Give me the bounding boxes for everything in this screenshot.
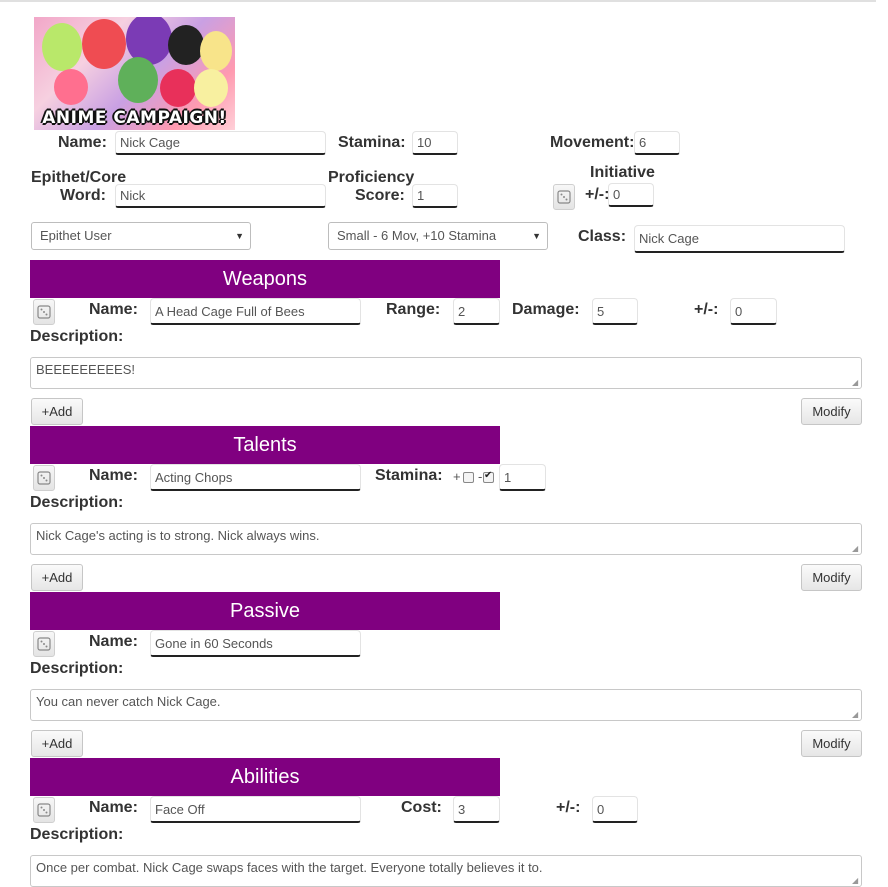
ability-cost-label: Cost: (401, 799, 442, 816)
resize-grip-icon[interactable]: ◢ (852, 877, 860, 885)
passive-add-button[interactable]: +Add (31, 730, 83, 757)
dice-icon (37, 305, 51, 319)
weapon-add-button[interactable]: +Add (31, 398, 83, 425)
talent-stamina-label: Stamina: (375, 467, 443, 484)
initiative-mod-label: +/-: (585, 186, 610, 203)
class-label: Class: (578, 228, 627, 245)
proficiency-label-top: Proficiency (328, 169, 415, 186)
weapon-description-text: BEEEEEEEEES! (36, 362, 135, 377)
weapons-header: Weapons (30, 260, 500, 298)
movement-field[interactable]: 6 (634, 131, 680, 155)
stamina-label: Stamina: (338, 134, 406, 151)
size-select[interactable]: Small - 6 Mov, +10 Stamina ▼ (328, 222, 548, 250)
name-label: Name: (58, 134, 107, 151)
ability-name-label: Name: (89, 799, 138, 816)
passive-description-label: Description: (30, 660, 124, 677)
epithet-field[interactable]: Nick (115, 184, 326, 208)
passive-header: Passive (30, 592, 500, 630)
weapon-range-label: Range: (386, 301, 441, 318)
abilities-header: Abilities (30, 758, 500, 796)
ability-description-text: Once per combat. Nick Cage swaps faces w… (36, 860, 543, 875)
epithet-label-bottom: Word: (60, 187, 106, 204)
talents-header: Talents (30, 426, 500, 464)
top-divider (0, 0, 876, 2)
movement-label: Movement: (550, 134, 635, 151)
ability-description-label: Description: (30, 826, 124, 843)
banner-title: ANIME CAMPAIGN! (42, 108, 227, 128)
ability-roll-button[interactable] (33, 797, 55, 823)
ability-cost-field[interactable]: 3 (453, 796, 500, 823)
talent-description-text: Nick Cage's acting is to strong. Nick al… (36, 528, 320, 543)
talent-description-field[interactable]: Nick Cage's acting is to strong. Nick al… (30, 523, 862, 555)
dice-icon (37, 637, 51, 651)
ability-mod-field[interactable]: 0 (592, 796, 638, 823)
weapon-roll-button[interactable] (33, 299, 55, 325)
proficiency-field[interactable]: 1 (412, 184, 458, 208)
proficiency-label-bottom: Score: (355, 187, 405, 204)
talent-name-label: Name: (89, 467, 138, 484)
passive-name-label: Name: (89, 633, 138, 650)
epithet-label-top: Epithet/Core (31, 169, 127, 186)
stamina-field[interactable]: 10 (412, 131, 458, 155)
character-type-select[interactable]: Epithet User ▼ (31, 222, 251, 250)
resize-grip-icon[interactable]: ◢ (852, 711, 860, 719)
class-field[interactable]: Nick Cage (634, 225, 845, 253)
caret-down-icon: ▼ (532, 231, 541, 241)
initiative-roll-button[interactable] (553, 184, 575, 210)
campaign-banner: ANIME CAMPAIGN! (34, 17, 235, 130)
talent-stamina-field[interactable]: 1 (499, 464, 546, 491)
resize-grip-icon[interactable]: ◢ (852, 545, 860, 553)
ability-mod-label: +/-: (556, 799, 581, 816)
character-type-value: Epithet User (40, 228, 112, 243)
talent-plus-label: + (453, 469, 461, 484)
name-field[interactable]: Nick Cage (115, 131, 326, 155)
talent-plus-checkbox[interactable] (463, 472, 474, 483)
weapon-mod-label: +/-: (694, 301, 719, 318)
dice-icon (557, 190, 571, 204)
dice-icon (37, 803, 51, 817)
talent-minus-checkbox[interactable] (483, 470, 494, 483)
passive-modify-button[interactable]: Modify (801, 730, 862, 757)
weapon-name-label: Name: (89, 301, 138, 318)
weapon-damage-field[interactable]: 5 (592, 298, 638, 325)
initiative-field[interactable]: 0 (608, 183, 654, 207)
resize-grip-icon[interactable]: ◢ (852, 379, 860, 387)
weapon-name-field[interactable]: A Head Cage Full of Bees (150, 298, 361, 325)
talent-name-field[interactable]: Acting Chops (150, 464, 361, 491)
passive-description-text: You can never catch Nick Cage. (36, 694, 221, 709)
weapon-range-field[interactable]: 2 (453, 298, 500, 325)
caret-down-icon: ▼ (235, 231, 244, 241)
weapon-damage-label: Damage: (512, 301, 580, 318)
passive-description-field[interactable]: You can never catch Nick Cage. ◢ (30, 689, 862, 721)
talent-add-button[interactable]: +Add (31, 564, 83, 591)
weapon-mod-field[interactable]: 0 (730, 298, 777, 325)
talent-modify-button[interactable]: Modify (801, 564, 862, 591)
passive-name-field[interactable]: Gone in 60 Seconds (150, 630, 361, 657)
talent-roll-button[interactable] (33, 465, 55, 491)
passive-roll-button[interactable] (33, 631, 55, 657)
weapon-description-label: Description: (30, 328, 124, 345)
talent-minus-label: - (478, 469, 483, 484)
weapon-modify-button[interactable]: Modify (801, 398, 862, 425)
size-value: Small - 6 Mov, +10 Stamina (337, 228, 497, 243)
dice-icon (37, 471, 51, 485)
ability-name-field[interactable]: Face Off (150, 796, 361, 823)
weapon-description-field[interactable]: BEEEEEEEEES! ◢ (30, 357, 862, 389)
ability-description-field[interactable]: Once per combat. Nick Cage swaps faces w… (30, 855, 862, 887)
initiative-label: Initiative (590, 164, 655, 181)
talent-description-label: Description: (30, 494, 124, 511)
